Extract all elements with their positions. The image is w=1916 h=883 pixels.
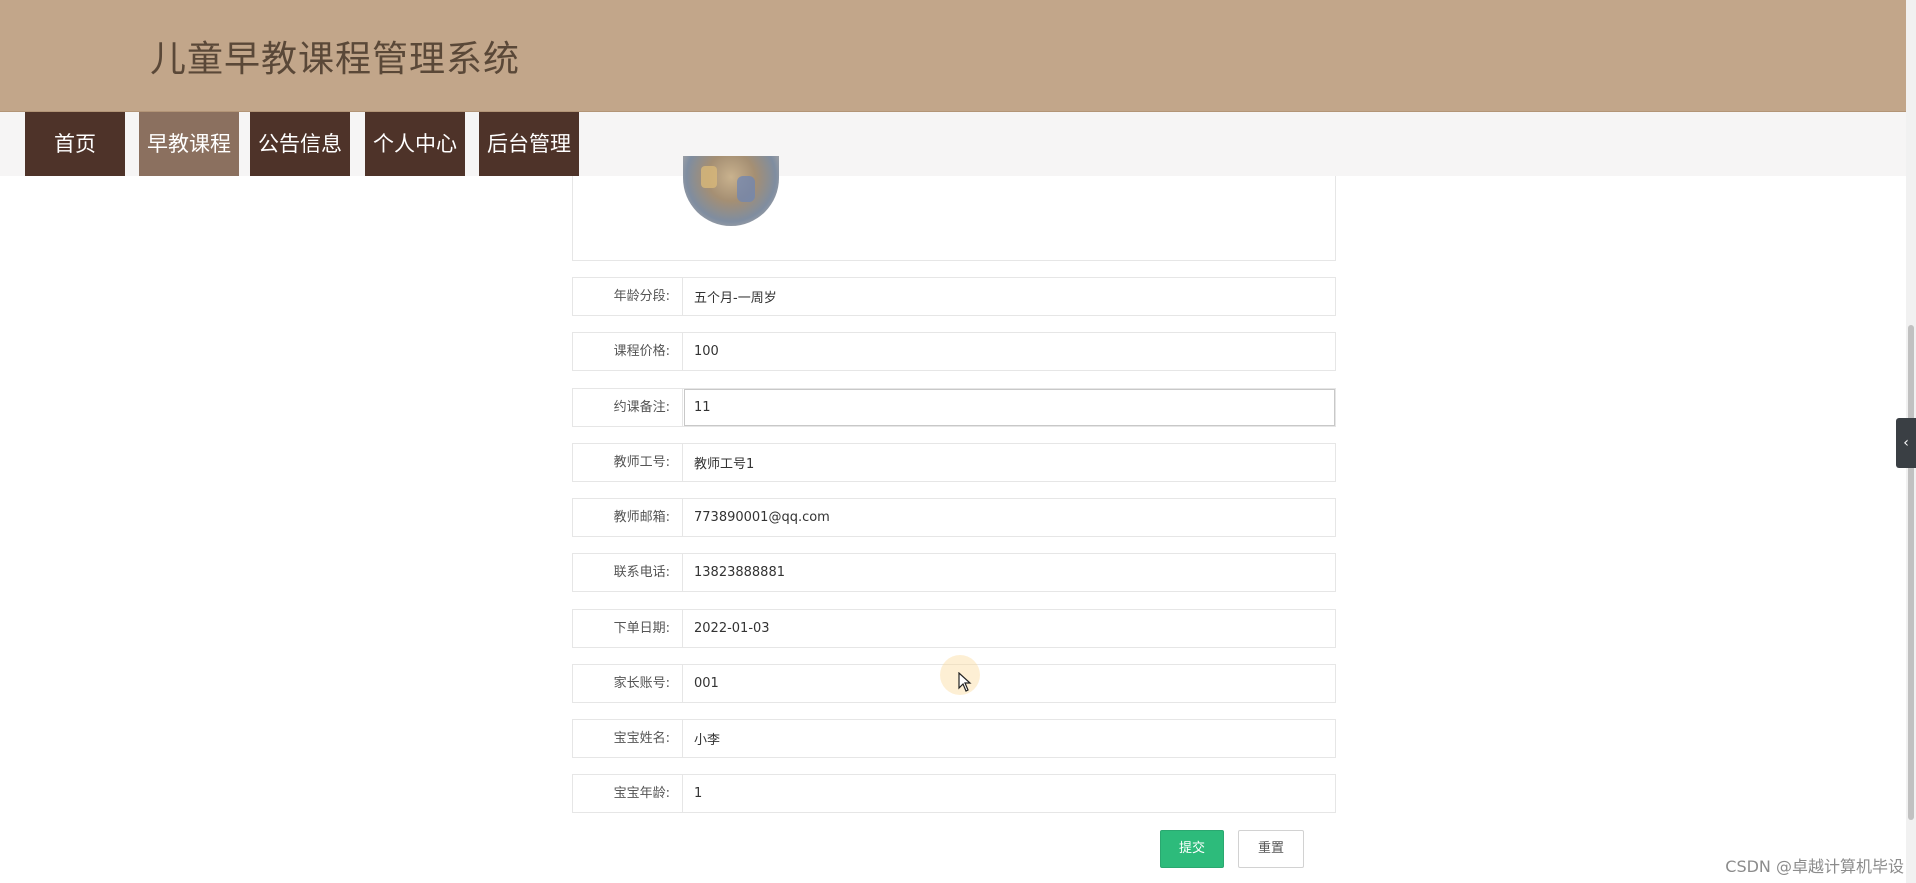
- booking-note-input[interactable]: [684, 389, 1335, 426]
- submit-button[interactable]: 提交: [1160, 830, 1224, 868]
- form-row-price: 课程价格:: [572, 332, 1336, 371]
- nav-item-admin[interactable]: 后台管理: [479, 112, 579, 176]
- phone-label: 联系电话:: [573, 554, 683, 591]
- site-title: 儿童早教课程管理系统: [150, 39, 521, 80]
- age-range-input[interactable]: [684, 278, 1335, 315]
- teacher-email-label: 教师邮箱:: [573, 499, 683, 536]
- form-row-order-date: 下单日期:: [572, 609, 1336, 648]
- form-row-teacher-email: 教师邮箱:: [572, 498, 1336, 537]
- mouse-pointer-icon: [958, 672, 972, 692]
- nav-item-courses[interactable]: 早教课程: [139, 112, 239, 176]
- nav-item-home[interactable]: 首页: [25, 112, 125, 176]
- baby-age-input[interactable]: [684, 775, 1335, 812]
- form-row-baby-name: 宝宝姓名:: [572, 719, 1336, 758]
- nav-item-announcements[interactable]: 公告信息: [250, 112, 350, 176]
- phone-input[interactable]: [684, 554, 1335, 591]
- form-row-baby-age: 宝宝年龄:: [572, 774, 1336, 813]
- form-row-booking-note: 约课备注:: [572, 388, 1336, 427]
- age-range-label: 年龄分段:: [573, 278, 683, 315]
- baby-name-label: 宝宝姓名:: [573, 720, 683, 757]
- baby-age-label: 宝宝年龄:: [573, 775, 683, 812]
- form-row-teacher-id: 教师工号:: [572, 443, 1336, 482]
- parent-account-input[interactable]: [684, 665, 1335, 702]
- nav-item-profile[interactable]: 个人中心: [365, 112, 465, 176]
- price-input[interactable]: [684, 333, 1335, 370]
- teacher-email-input[interactable]: [684, 499, 1335, 536]
- parent-account-label: 家长账号:: [573, 665, 683, 702]
- form-row-phone: 联系电话:: [572, 553, 1336, 592]
- booking-note-label: 约课备注:: [573, 389, 683, 426]
- teacher-id-label: 教师工号:: [573, 444, 683, 481]
- course-image: [683, 156, 779, 226]
- price-label: 课程价格:: [573, 333, 683, 370]
- order-date-label: 下单日期:: [573, 610, 683, 647]
- chevron-left-icon[interactable]: ‹: [1896, 418, 1916, 468]
- course-image-box: [572, 156, 1336, 261]
- teacher-id-input[interactable]: [684, 444, 1335, 481]
- site-header: 儿童早教课程管理系统: [0, 0, 1906, 112]
- watermark: CSDN @卓越计算机毕设: [1725, 857, 1904, 876]
- order-date-input[interactable]: [684, 610, 1335, 647]
- form-row-age-range: 年龄分段:: [572, 277, 1336, 316]
- scrollbar-thumb[interactable]: [1908, 325, 1914, 820]
- reset-button[interactable]: 重置: [1238, 830, 1304, 868]
- baby-name-input[interactable]: [684, 720, 1335, 757]
- main-nav: 首页 早教课程 公告信息 个人中心 后台管理: [0, 112, 1906, 176]
